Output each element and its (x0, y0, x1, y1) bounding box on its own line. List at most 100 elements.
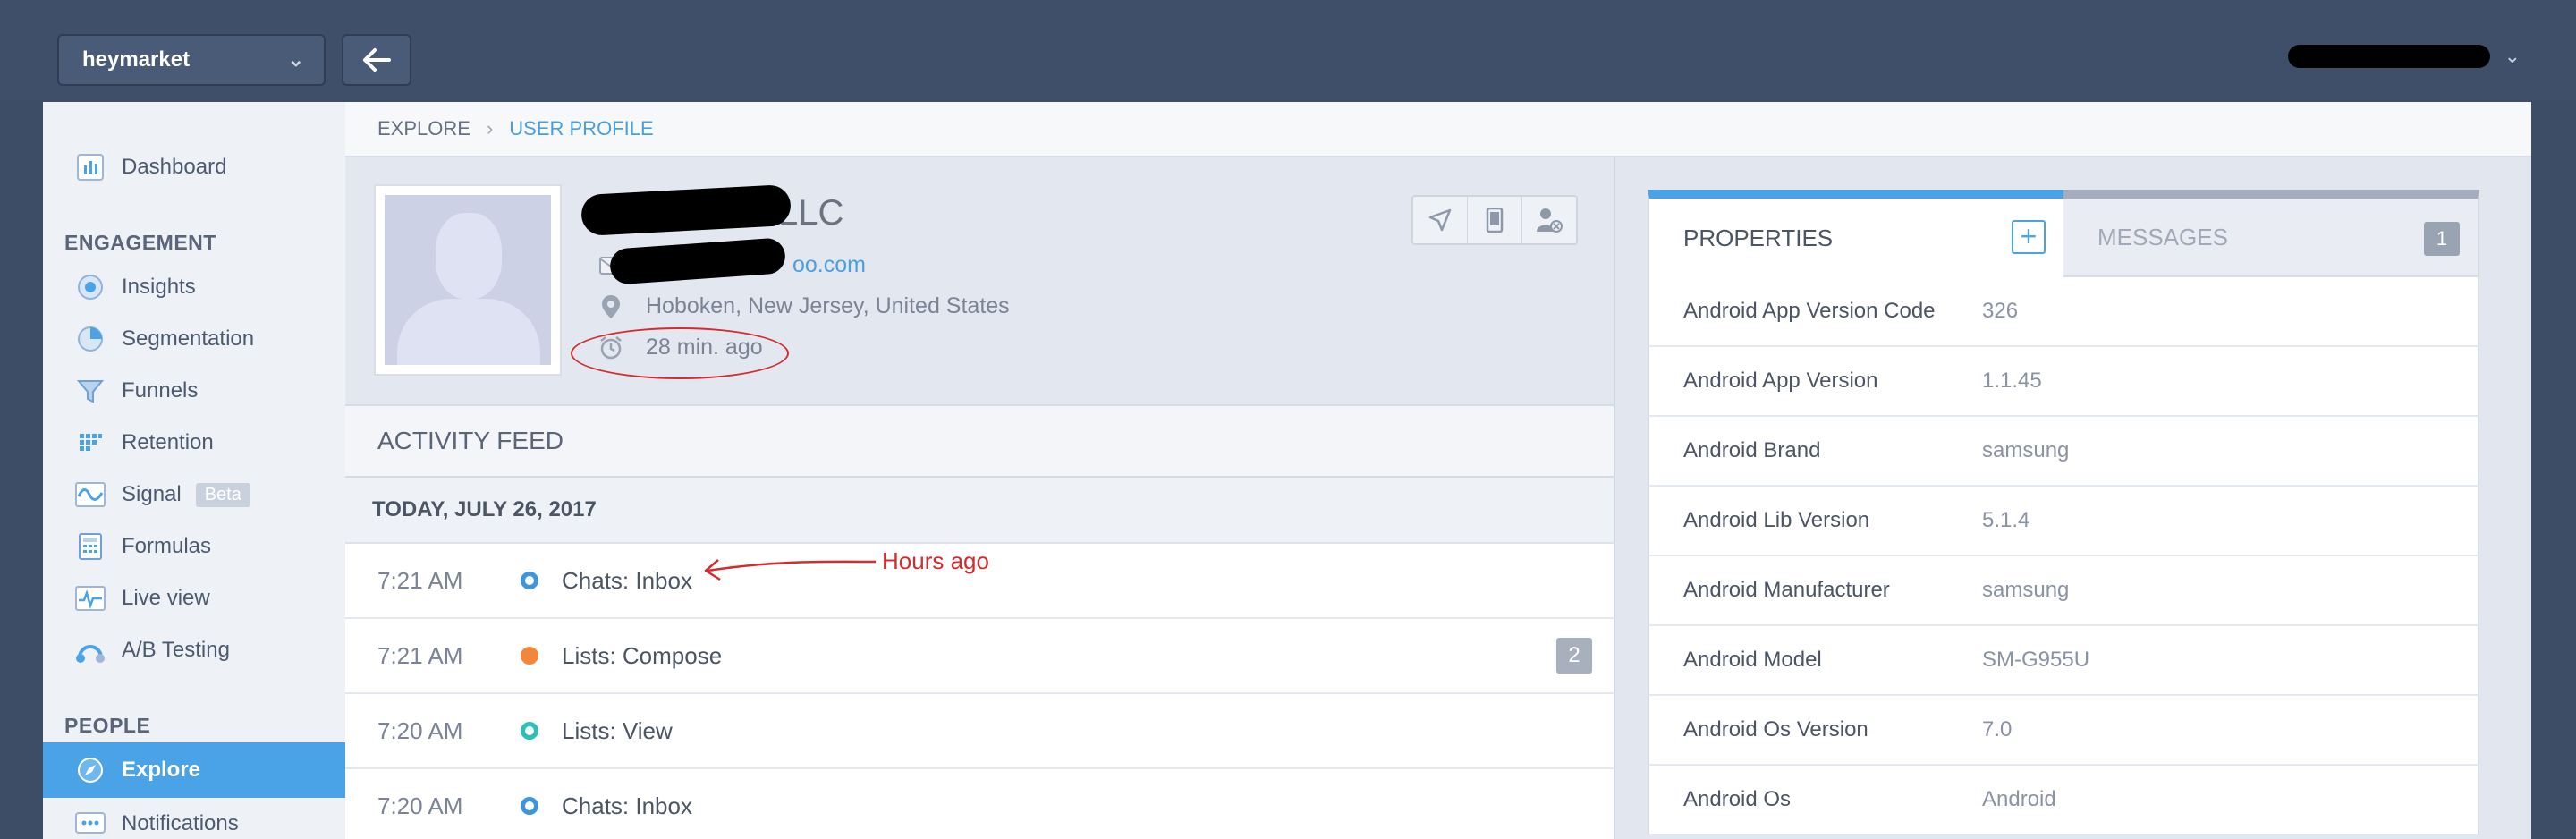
sidebar-item-formulas[interactable]: Formulas (43, 521, 345, 572)
property-key: Android Model (1683, 648, 1822, 672)
notifications-icon (75, 809, 106, 839)
event-time: 7:20 AM (377, 792, 463, 819)
explore-icon (75, 755, 106, 785)
sidebar-item-segmentation[interactable]: Segmentation (43, 313, 345, 365)
event-time: 7:21 AM (377, 566, 463, 594)
property-value: 5.1.4 (1982, 508, 2030, 532)
user-menu[interactable]: ⌄ (2287, 45, 2521, 68)
sidebar-item-insights[interactable]: Insights (43, 261, 345, 313)
sidebar-item-label: Explore (122, 758, 201, 782)
table-row[interactable]: 7:20 AM Chats: Inbox (345, 769, 1614, 839)
breadcrumb-explore[interactable]: EXPLORE (377, 117, 470, 140)
sidebar-item-label: Signal (122, 482, 182, 506)
avatar (374, 184, 562, 376)
sidebar-item-explore[interactable]: Explore (43, 742, 345, 798)
tab-label: PROPERTIES (1683, 224, 1834, 251)
event-dot-icon (521, 722, 538, 740)
property-key: Android Brand (1683, 438, 1821, 462)
sidebar-item-dashboard[interactable]: Dashboard (43, 141, 345, 193)
sidebar: Dashboard ENGAGEMENT Insights Segmentati… (43, 102, 345, 839)
property-row: Android Brand samsung (1648, 417, 2479, 487)
property-row: Android Model SM-G955U (1648, 626, 2479, 696)
tab-properties[interactable]: PROPERTIES + (1648, 190, 2063, 277)
event-name: Chats: Inbox (562, 566, 692, 594)
cursor-action-button[interactable] (1413, 197, 1468, 243)
property-value: 1.1.45 (1982, 369, 2042, 393)
property-value: samsung (1982, 578, 2070, 602)
annotation-arrow-icon (704, 559, 877, 581)
property-value: samsung (1982, 438, 2070, 462)
section-heading-engagement: ENGAGEMENT (64, 231, 216, 254)
sidebar-item-label: Insights (122, 275, 196, 299)
chevron-down-icon: ⌄ (287, 48, 304, 71)
sidebar-item-signal[interactable]: Signal Beta (43, 469, 345, 521)
sidebar-item-notifications[interactable]: Notifications (43, 798, 345, 839)
property-row: Android Os Android (1648, 766, 2479, 835)
table-row[interactable]: 7:21 AM Lists: Compose 2 (345, 619, 1614, 694)
event-name: Lists: Compose (562, 641, 723, 669)
property-key: Android App Version (1683, 369, 1878, 393)
breadcrumb: EXPLORE › USER PROFILE (345, 102, 2531, 157)
sidebar-item-ab-testing[interactable]: A/B Testing (43, 624, 345, 676)
event-time: 7:21 AM (377, 641, 463, 669)
property-value: Android (1982, 787, 2056, 811)
event-dot-icon (521, 797, 538, 815)
mobile-phone-icon (1486, 208, 1504, 233)
sidebar-item-label: Live view (122, 586, 210, 610)
sidebar-item-retention[interactable]: Retention (43, 417, 345, 469)
profile-location-row: Hoboken, New Jersey, United States (597, 293, 1010, 319)
remove-user-icon (1537, 208, 1563, 233)
annotation-circle (571, 327, 789, 379)
sidebar-item-label: Dashboard (122, 155, 227, 179)
property-value: 7.0 (1982, 717, 2012, 742)
chevron-down-icon: ⌄ (2504, 45, 2521, 67)
annotation-text: Hours ago (882, 547, 989, 574)
beta-badge: Beta (195, 482, 250, 507)
delete-user-action-button[interactable] (1522, 197, 1576, 243)
property-key: Android Lib Version (1683, 508, 1870, 532)
retention-icon (75, 428, 106, 458)
event-time: 7:20 AM (377, 716, 463, 744)
event-count-badge[interactable]: 2 (1556, 638, 1592, 674)
activity-feed-header: ACTIVITY FEED (345, 404, 1614, 478)
add-property-button[interactable]: + (2012, 220, 2046, 254)
property-key: Android Os (1683, 787, 1792, 811)
funnel-icon (75, 376, 106, 406)
event-name: Chats: Inbox (562, 792, 692, 819)
feed-date: TODAY, JULY 26, 2017 (345, 478, 1614, 544)
back-button[interactable] (342, 34, 411, 86)
chevron-right-icon: › (486, 117, 494, 140)
dashboard-icon (75, 152, 106, 182)
messages-count-badge: 1 (2424, 222, 2460, 256)
sidebar-item-live-view[interactable]: Live view (43, 572, 345, 624)
property-row: Android Manufacturer samsung (1648, 556, 2479, 626)
property-row: Android App Version Code 326 (1648, 277, 2479, 347)
table-row[interactable]: 7:20 AM Lists: View (345, 694, 1614, 769)
section-heading-people: PEOPLE (64, 714, 151, 737)
property-key: Android Manufacturer (1683, 578, 1890, 602)
profile-actions (1411, 195, 1578, 245)
live-view-icon (75, 583, 106, 614)
property-key: Android App Version Code (1683, 299, 1936, 323)
project-name: heymarket (82, 47, 191, 72)
property-row: Android Os Version 7.0 (1648, 696, 2479, 766)
avatar-placeholder-icon (385, 195, 551, 365)
sidebar-item-label: A/B Testing (122, 638, 230, 662)
tab-messages[interactable]: MESSAGES 1 (2063, 190, 2479, 277)
signal-icon (75, 479, 106, 510)
sidebar-item-label: Formulas (122, 534, 212, 558)
location-pin-icon (597, 294, 624, 319)
panel-divider (1614, 157, 1615, 839)
project-selector[interactable]: heymarket ⌄ (57, 34, 326, 86)
segmentation-icon (75, 324, 106, 354)
property-row: Android App Version 1.1.45 (1648, 347, 2479, 417)
mobile-action-button[interactable] (1468, 197, 1522, 243)
profile-location: Hoboken, New Jersey, United States (646, 293, 1010, 318)
properties-tabs: PROPERTIES + MESSAGES 1 (1648, 190, 2479, 277)
sidebar-item-funnels[interactable]: Funnels (43, 365, 345, 417)
arrow-left-icon (363, 48, 391, 72)
property-value: SM-G955U (1982, 648, 2090, 672)
profile-email[interactable]: oo.com (792, 252, 866, 278)
ab-testing-icon (75, 635, 106, 665)
insights-icon (75, 272, 106, 302)
